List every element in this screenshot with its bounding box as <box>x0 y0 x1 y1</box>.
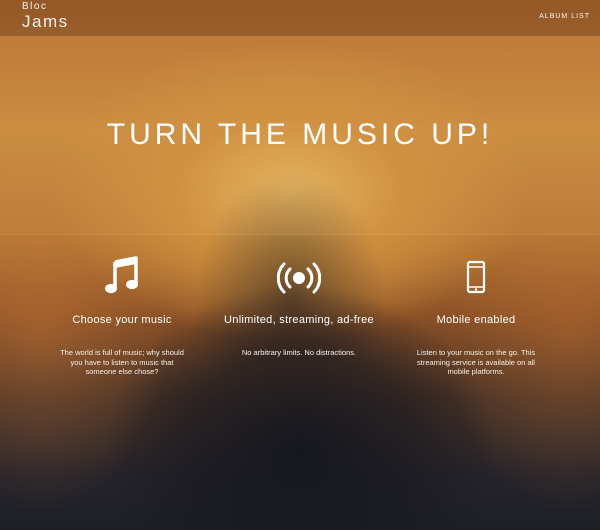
feature-mobile: Mobile enabled Listen to your music on t… <box>386 250 566 377</box>
mobile-phone-icon <box>466 260 486 294</box>
feature-choose-music: Choose your music The world is full of m… <box>32 250 212 377</box>
feature-title: Unlimited, streaming, ad-free <box>224 314 374 326</box>
landing-page: Bloc Jams ALBUM LIST TURN THE MUSIC UP! … <box>0 0 600 530</box>
bloc-jams-logo[interactable]: Bloc Jams <box>22 1 69 31</box>
feature-description: Listen to your music on the go. This str… <box>416 348 536 376</box>
logo-bottom-text: Jams <box>22 12 69 31</box>
feature-title: Mobile enabled <box>436 314 516 326</box>
hero-title: TURN THE MUSIC UP! <box>106 118 494 151</box>
navbar: Bloc Jams ALBUM LIST <box>0 0 600 36</box>
album-list-link[interactable]: ALBUM LIST <box>539 13 590 20</box>
feature-description: No arbitrary limits. No distractions. <box>241 348 357 357</box>
broadcast-icon <box>277 262 321 294</box>
music-note-icon <box>105 256 138 294</box>
features-section: Choose your music The world is full of m… <box>0 250 600 400</box>
feature-description: The world is full of music; why should y… <box>60 348 184 376</box>
section-divider <box>0 234 600 235</box>
feature-title: Choose your music <box>72 314 172 326</box>
feature-streaming: Unlimited, streaming, ad-free No arbitra… <box>209 250 389 358</box>
logo-top-text: Bloc <box>22 1 48 12</box>
